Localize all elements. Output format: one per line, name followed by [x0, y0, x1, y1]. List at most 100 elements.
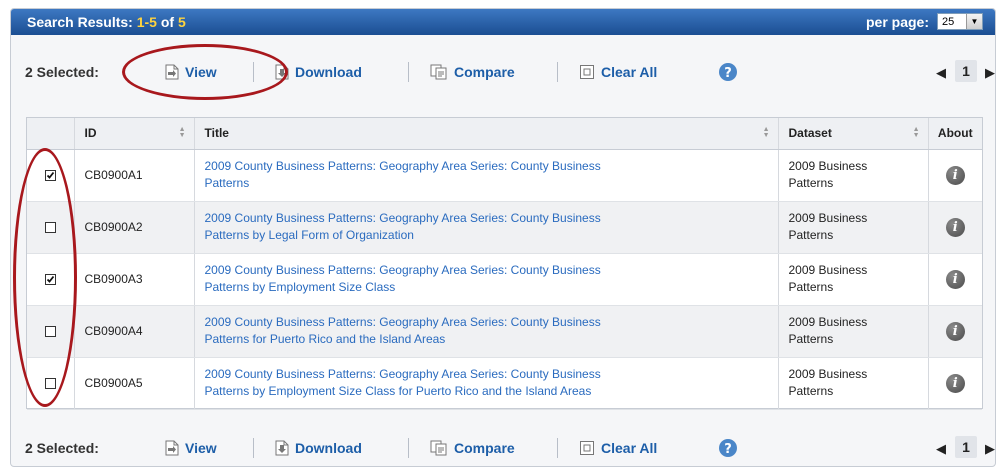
- sort-icon[interactable]: ▲ ▼: [179, 126, 186, 139]
- row-checkbox[interactable]: [44, 221, 56, 233]
- compare-icon: [430, 440, 447, 456]
- previous-page-icon[interactable]: ◀: [936, 65, 946, 81]
- compare-label: Compare: [454, 440, 515, 456]
- row-select-cell: [27, 253, 75, 306]
- clear-all-button[interactable]: Clear All: [579, 64, 657, 80]
- checkmark-icon: [46, 171, 54, 179]
- info-icon[interactable]: i: [945, 373, 965, 393]
- header-about: About: [928, 118, 982, 150]
- help-icon[interactable]: ?: [718, 438, 738, 458]
- row-dataset: 2009 Business Patterns: [778, 253, 929, 306]
- results-range: 1-5: [136, 14, 157, 30]
- clear-all-label: Clear All: [601, 64, 658, 80]
- row-id: CB0900A4: [74, 305, 195, 358]
- row-title-link[interactable]: 2009 County Business Patterns: Geography…: [205, 159, 601, 190]
- row-select-cell: [27, 201, 75, 254]
- compare-icon: [430, 64, 447, 80]
- per-page-value: 25: [942, 15, 955, 28]
- compare-button[interactable]: Compare: [430, 64, 515, 80]
- row-about: i: [928, 201, 982, 254]
- compare-label: Compare: [454, 64, 515, 80]
- clear-all-label: Clear All: [601, 440, 658, 456]
- current-page[interactable]: 1: [955, 436, 977, 458]
- row-title-link[interactable]: 2009 County Business Patterns: Geography…: [205, 315, 601, 346]
- per-page-select[interactable]: 25 ▼: [937, 13, 983, 30]
- view-document-icon: [165, 440, 179, 456]
- row-select-cell: [27, 357, 75, 410]
- next-page-icon[interactable]: ▶: [985, 65, 995, 81]
- selected-count: 2 Selected:: [25, 64, 99, 80]
- row-dataset: 2009 Business Patterns: [778, 201, 929, 254]
- row-about: i: [928, 253, 982, 306]
- view-label: View: [185, 440, 217, 456]
- info-icon[interactable]: i: [945, 217, 965, 237]
- row-about: i: [928, 149, 982, 202]
- sort-icon[interactable]: ▲ ▼: [763, 126, 770, 139]
- selected-count: 2 Selected:: [25, 440, 99, 456]
- clear-all-button[interactable]: Clear All: [579, 440, 657, 456]
- results-total: 5: [177, 14, 186, 30]
- toolbar-divider: [253, 438, 254, 458]
- results-header: Search Results: 1-5 of 5 per page: 25 ▼: [11, 9, 995, 35]
- row-select-cell: [27, 305, 75, 358]
- actions-toolbar-top: 2 Selected: View Download Compare Clear …: [11, 56, 995, 88]
- row-title: 2009 County Business Patterns: Geography…: [194, 357, 779, 410]
- results-of-label: of: [160, 14, 175, 30]
- header-id[interactable]: ID ▲ ▼: [74, 118, 195, 150]
- row-about: i: [928, 305, 982, 358]
- row-checkbox[interactable]: [44, 377, 56, 389]
- row-id: CB0900A1: [74, 149, 195, 202]
- row-title: 2009 County Business Patterns: Geography…: [194, 201, 779, 254]
- header-title[interactable]: Title ▲ ▼: [194, 118, 779, 150]
- compare-button[interactable]: Compare: [430, 440, 515, 456]
- row-dataset: 2009 Business Patterns: [778, 357, 929, 410]
- download-icon: [275, 440, 289, 456]
- row-dataset: 2009 Business Patterns: [778, 305, 929, 358]
- checkmark-icon: [46, 275, 54, 283]
- previous-page-icon[interactable]: ◀: [936, 441, 946, 457]
- download-button[interactable]: Download: [275, 64, 362, 80]
- current-page[interactable]: 1: [955, 60, 977, 82]
- toolbar-divider: [557, 62, 558, 82]
- view-button[interactable]: View: [165, 64, 217, 80]
- row-title-link[interactable]: 2009 County Business Patterns: Geography…: [205, 263, 601, 294]
- row-id: CB0900A5: [74, 357, 195, 410]
- row-dataset: 2009 Business Patterns: [778, 149, 929, 202]
- row-id: CB0900A3: [74, 253, 195, 306]
- row-checkbox[interactable]: [44, 325, 56, 337]
- row-id: CB0900A2: [74, 201, 195, 254]
- clear-all-icon: [580, 441, 594, 455]
- results-summary: Search Results: 1-5 of 5: [27, 14, 186, 30]
- chevron-down-icon[interactable]: ▼: [966, 14, 982, 29]
- table-row: CB0900A2 2009 County Business Patterns: …: [27, 201, 982, 254]
- next-page-icon[interactable]: ▶: [985, 441, 995, 457]
- toolbar-divider: [253, 62, 254, 82]
- row-title-link[interactable]: 2009 County Business Patterns: Geography…: [205, 367, 601, 398]
- row-select-cell: [27, 149, 75, 202]
- row-about: i: [928, 357, 982, 410]
- info-icon[interactable]: i: [945, 165, 965, 185]
- table-header-row: ID ▲ ▼ Title ▲ ▼ Dataset ▲ ▼ About: [27, 118, 982, 150]
- row-title: 2009 County Business Patterns: Geography…: [194, 149, 779, 202]
- info-icon[interactable]: i: [945, 269, 965, 289]
- table-row: CB0900A3 2009 County Business Patterns: …: [27, 253, 982, 306]
- row-checkbox[interactable]: [44, 273, 56, 285]
- row-checkbox[interactable]: [44, 169, 56, 181]
- per-page-label: per page:: [865, 13, 929, 30]
- row-title: 2009 County Business Patterns: Geography…: [194, 305, 779, 358]
- view-label: View: [185, 64, 217, 80]
- help-icon[interactable]: ?: [718, 62, 738, 82]
- toolbar-divider: [557, 438, 558, 458]
- download-button[interactable]: Download: [275, 440, 362, 456]
- header-select: [27, 118, 75, 150]
- actions-toolbar-bottom: 2 Selected: View Download Compare Clear …: [11, 432, 995, 464]
- download-label: Download: [295, 64, 362, 80]
- row-title-link[interactable]: 2009 County Business Patterns: Geography…: [205, 211, 601, 242]
- header-dataset[interactable]: Dataset ▲ ▼: [778, 118, 929, 150]
- svg-text:?: ?: [724, 66, 732, 81]
- results-table: ID ▲ ▼ Title ▲ ▼ Dataset ▲ ▼ About CB0900A1 20…: [26, 117, 983, 410]
- info-icon[interactable]: i: [945, 321, 965, 341]
- view-button[interactable]: View: [165, 440, 217, 456]
- sort-icon[interactable]: ▲ ▼: [913, 126, 920, 139]
- toolbar-divider: [408, 438, 409, 458]
